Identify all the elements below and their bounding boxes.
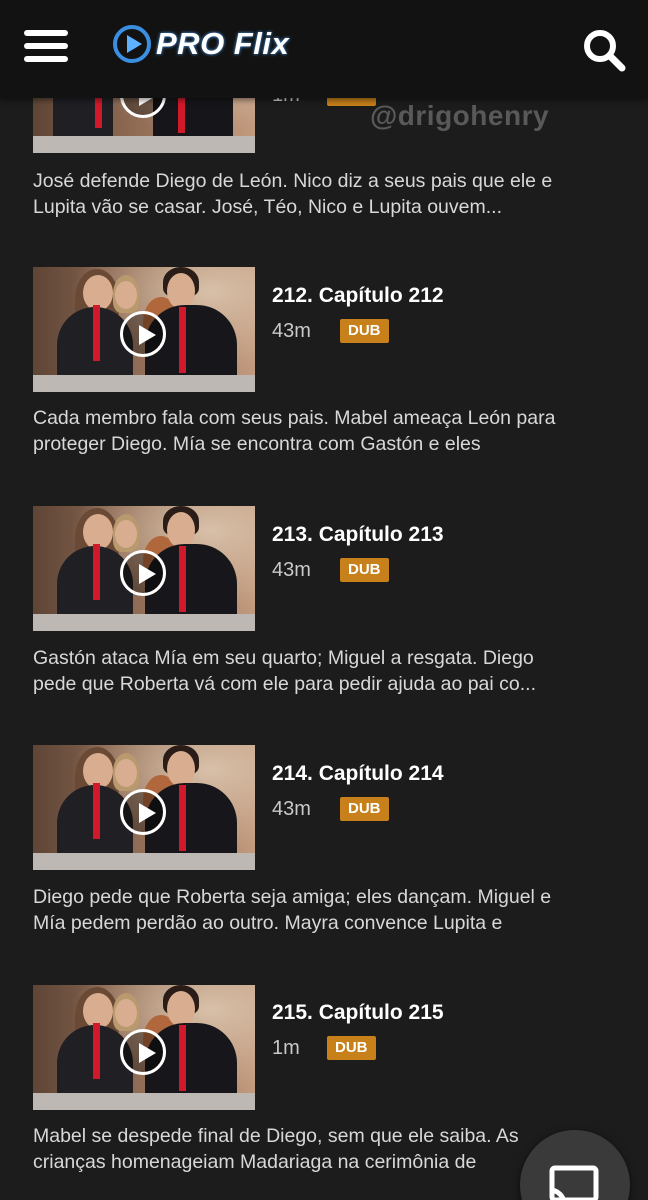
episode-description: Mabel se despede final de Diego, sem que… xyxy=(33,1125,519,1173)
episode-description: Diego pede que Roberta seja amiga; eles … xyxy=(33,886,552,934)
dub-badge: DUB xyxy=(340,319,389,343)
episode-description: Cada membro fala com seus pais. Mabel am… xyxy=(33,407,556,455)
episode-thumbnail[interactable] xyxy=(33,985,255,1110)
watermark: @drigohenry xyxy=(370,100,550,131)
episode-duration: 43m xyxy=(272,320,311,342)
play-icon[interactable] xyxy=(120,1029,166,1075)
top-app-bar: PRO Flix xyxy=(0,0,648,98)
episode-description: José defende Diego de León. Nico diz a s… xyxy=(33,170,553,218)
dub-badge: DUB xyxy=(327,1036,376,1060)
episode-duration: 43m xyxy=(272,559,311,581)
logo-play-icon xyxy=(113,25,151,63)
episode-title[interactable]: 212. Capítulo 212 xyxy=(272,284,444,308)
menu-icon[interactable] xyxy=(24,30,68,66)
episode-title[interactable]: 215. Capítulo 215 xyxy=(272,1001,444,1025)
episode-duration: 43m xyxy=(272,798,311,820)
play-icon[interactable] xyxy=(120,311,166,357)
dub-badge: DUB xyxy=(340,558,389,582)
play-icon[interactable] xyxy=(120,789,166,835)
episode-thumbnail[interactable] xyxy=(33,267,255,392)
dub-badge: DUB xyxy=(340,797,389,821)
episode-duration: 1m xyxy=(272,1037,300,1059)
play-icon[interactable] xyxy=(120,550,166,596)
episode-thumbnail[interactable] xyxy=(33,745,255,870)
app-logo[interactable]: PRO Flix xyxy=(112,22,289,66)
episode-title[interactable]: 213. Capítulo 213 xyxy=(272,523,444,547)
cast-button[interactable] xyxy=(520,1130,630,1200)
search-icon[interactable] xyxy=(580,26,628,74)
episode-title[interactable]: 214. Capítulo 214 xyxy=(272,762,444,786)
app-name: PRO Flix xyxy=(156,26,290,61)
episode-thumbnail[interactable] xyxy=(33,506,255,631)
episode-list-screen: 1m DUB José defende Diego de León. Nico … xyxy=(0,0,648,1200)
cast-icon xyxy=(549,1165,599,1200)
episode-description: Gastón ataca Mía em seu quarto; Miguel a… xyxy=(33,647,537,695)
